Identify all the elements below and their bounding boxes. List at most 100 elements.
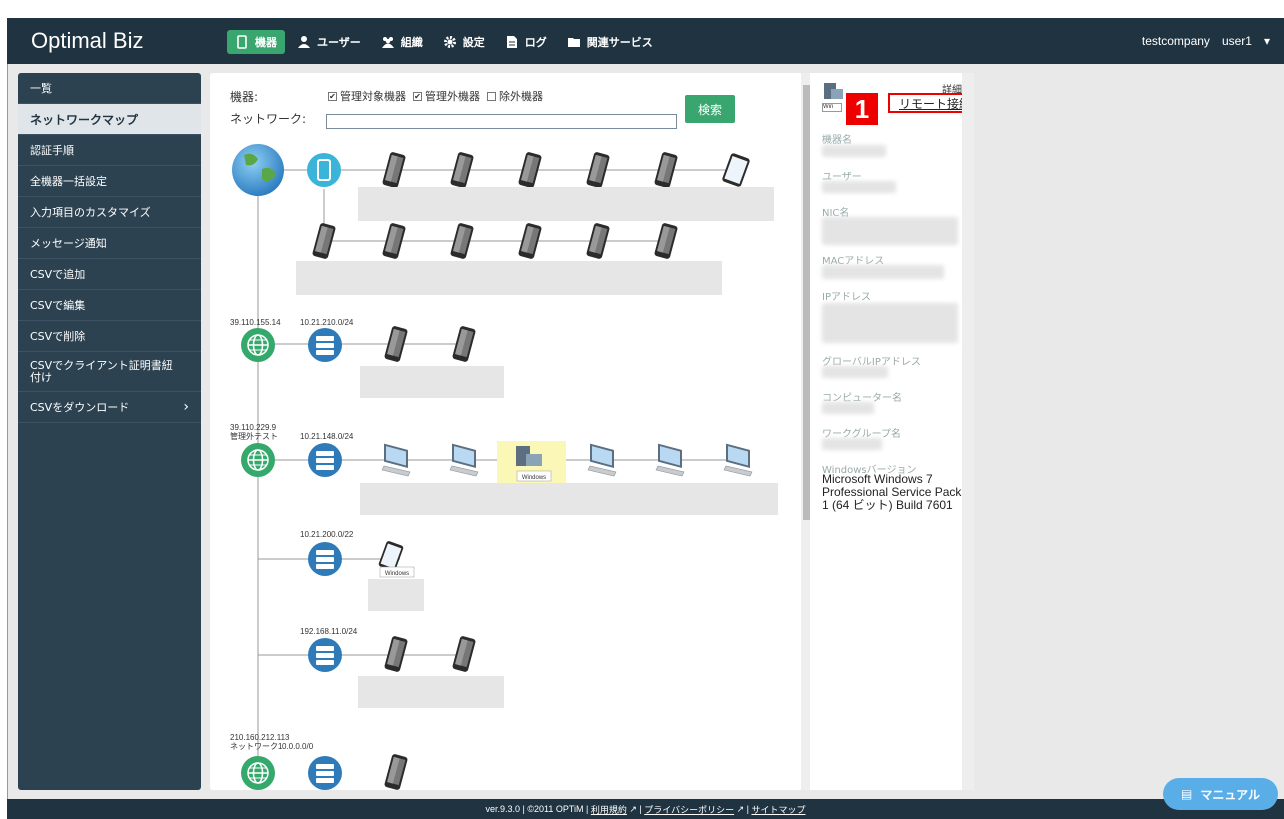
sidebar-item-network-map[interactable]: ネットワークマップ	[18, 104, 201, 135]
user-icon	[298, 36, 310, 48]
device-phone-icon[interactable]	[383, 753, 409, 790]
redacted-device-labels	[296, 261, 722, 295]
sidebar-item-label: ネットワークマップ	[30, 112, 139, 127]
nav-devices-label: 機器	[255, 36, 277, 49]
nav-users-label: ユーザー	[317, 36, 361, 49]
svg-text:Windows: Windows	[522, 475, 546, 481]
nav-logs[interactable]: ログ	[497, 30, 555, 54]
step-callout-badge: 1	[846, 93, 878, 125]
external-link-icon: ↗ |	[626, 803, 645, 814]
privacy-policy-link[interactable]: プライバシーポリシー	[644, 803, 734, 816]
detail-scrollbar[interactable]	[962, 73, 974, 790]
server-icon[interactable]	[308, 443, 342, 477]
sidebar-item-label: CSVでクライアント証明書紐付け	[30, 358, 173, 384]
device-pc-icon[interactable]	[587, 443, 617, 477]
external-link-icon: ↗ |	[734, 803, 752, 814]
field-label-ip: IPアドレス	[822, 292, 871, 303]
top-bar: Optimal Biz 機器 ユーザー 組織 設定 ログ 関連サービス test…	[7, 18, 1284, 64]
network-map-panel: 機器: ✔ 管理対象機器 ✔ 管理外機器 除外機器 ネットワーク: 検索 39.…	[210, 73, 813, 790]
main-nav: 機器 ユーザー 組織 設定 ログ 関連サービス	[227, 30, 661, 54]
redacted-value	[822, 402, 874, 414]
sidebar-item-label: CSVをダウンロード	[30, 401, 130, 414]
account-menu[interactable]: testcompany user1 ▾	[1142, 34, 1270, 48]
remote-connect-link[interactable]: リモート接続	[888, 93, 972, 113]
app-logo[interactable]: Optimal Biz	[31, 28, 143, 54]
device-pc-icon[interactable]	[655, 443, 685, 477]
redacted-device-labels	[358, 676, 504, 708]
group1-network: 10.21.210.0/24	[300, 318, 354, 327]
server-icon[interactable]	[308, 638, 342, 672]
sidebar-item-csv-delete[interactable]: CSVで削除	[18, 321, 201, 352]
map-scrollbar-thumb[interactable]	[803, 85, 810, 520]
svg-text:Windows: Windows	[385, 571, 409, 577]
redacted-device-labels	[360, 366, 504, 398]
nav-related-services[interactable]: 関連サービス	[559, 30, 661, 54]
phone-icon	[237, 35, 247, 49]
redacted-value	[822, 303, 958, 343]
nav-settings[interactable]: 設定	[435, 30, 493, 54]
sidebar-item-label: CSVで追加	[30, 268, 86, 281]
sidebar-item-bulk-settings[interactable]: 全機器一括設定	[18, 166, 201, 197]
device-pc-icon[interactable]	[449, 443, 479, 477]
server-icon[interactable]	[308, 328, 342, 362]
sidebar-item-label: CSVで削除	[30, 330, 86, 343]
nav-organization[interactable]: 組織	[373, 30, 431, 54]
gear-icon	[443, 36, 456, 48]
group2-name: 管理外テスト	[230, 431, 278, 441]
redacted-value	[822, 217, 958, 245]
document-icon	[506, 36, 517, 48]
manual-button-label: マニュアル	[1200, 787, 1260, 802]
redacted-value	[822, 145, 886, 157]
sidebar-item-label: CSVで編集	[30, 299, 86, 312]
device-pc-icon[interactable]	[723, 443, 753, 477]
redacted-value	[822, 181, 896, 193]
mobile-hub-icon[interactable]	[306, 152, 342, 188]
redacted-value	[822, 366, 888, 378]
chevron-down-icon: ▾	[1263, 34, 1270, 48]
sidebar-item-auth-procedure[interactable]: 認証手順	[18, 135, 201, 166]
sitemap-link[interactable]: サイトマップ	[751, 803, 805, 816]
windows-tablet-icon[interactable]: Windows	[378, 540, 415, 578]
manual-button[interactable]: ▤ マニュアル	[1163, 778, 1278, 810]
server-icon[interactable]	[308, 542, 342, 576]
subnet-network: 192.168.11.0/24	[300, 627, 358, 636]
group1-global-ip: 39.110.155.14	[230, 318, 281, 327]
book-icon: ▤	[1181, 787, 1193, 801]
sidebar-item-list[interactable]: 一覧	[18, 73, 201, 104]
group2-network: 10.21.148.0/24	[300, 432, 354, 441]
wan-globe-icon[interactable]	[240, 442, 276, 478]
terms-link[interactable]: 利用規約	[591, 803, 627, 816]
footer-version: ver.9.3.0 | ©2011 OPTiM |	[485, 804, 591, 814]
sidebar-item-label: メッセージ通知	[30, 237, 107, 250]
wan-globe-icon[interactable]	[240, 755, 276, 790]
redacted-device-labels	[368, 579, 424, 611]
sidebar-item-csv-add[interactable]: CSVで追加	[18, 259, 201, 290]
sidebar-item-csv-edit[interactable]: CSVで編集	[18, 290, 201, 321]
internet-globe-icon[interactable]	[232, 144, 284, 196]
wan-globe-icon[interactable]	[240, 327, 276, 363]
group2-global-ip: 39.110.229.9	[230, 423, 277, 432]
group3-network: 0.0.0.0/0	[282, 742, 314, 751]
nav-users[interactable]: ユーザー	[289, 30, 369, 54]
group3-name: ネットワーク1	[230, 742, 283, 751]
sidebar-item-csv-download[interactable]: CSVをダウンロード ›	[18, 392, 201, 423]
user-name: user1	[1221, 34, 1252, 48]
device-phone-icon[interactable]	[451, 635, 477, 673]
network-map: 39.110.155.14 10.21.210.0/24 39.110.229.…	[230, 144, 778, 790]
nav-logs-label: ログ	[524, 36, 547, 49]
sidebar-item-customize-fields[interactable]: 入力項目のカスタマイズ	[18, 197, 201, 228]
device-phone-icon[interactable]	[383, 635, 409, 673]
device-pc-icon[interactable]	[381, 443, 411, 477]
group3-global-ip: 210.160.212.113	[230, 733, 290, 742]
sidebar-item-csv-client-cert[interactable]: CSVでクライアント証明書紐付け	[18, 352, 201, 392]
server-icon[interactable]	[308, 756, 342, 790]
chevron-right-icon: ›	[183, 399, 189, 415]
group-icon	[381, 37, 394, 48]
sidebar-item-message-notify[interactable]: メッセージ通知	[18, 228, 201, 259]
redacted-value	[822, 438, 882, 450]
sidebar-item-label: 一覧	[30, 82, 52, 95]
device-tablet-icon[interactable]	[721, 152, 750, 188]
sidebar: 一覧 ネットワークマップ 認証手順 全機器一括設定 入力項目のカスタマイズ メッ…	[18, 73, 201, 790]
nav-devices[interactable]: 機器	[227, 30, 285, 54]
device-detail-panel: Win 詳細 リモート接続 機器名 ユーザー NIC名 MACアドレス IPアド…	[810, 73, 972, 790]
